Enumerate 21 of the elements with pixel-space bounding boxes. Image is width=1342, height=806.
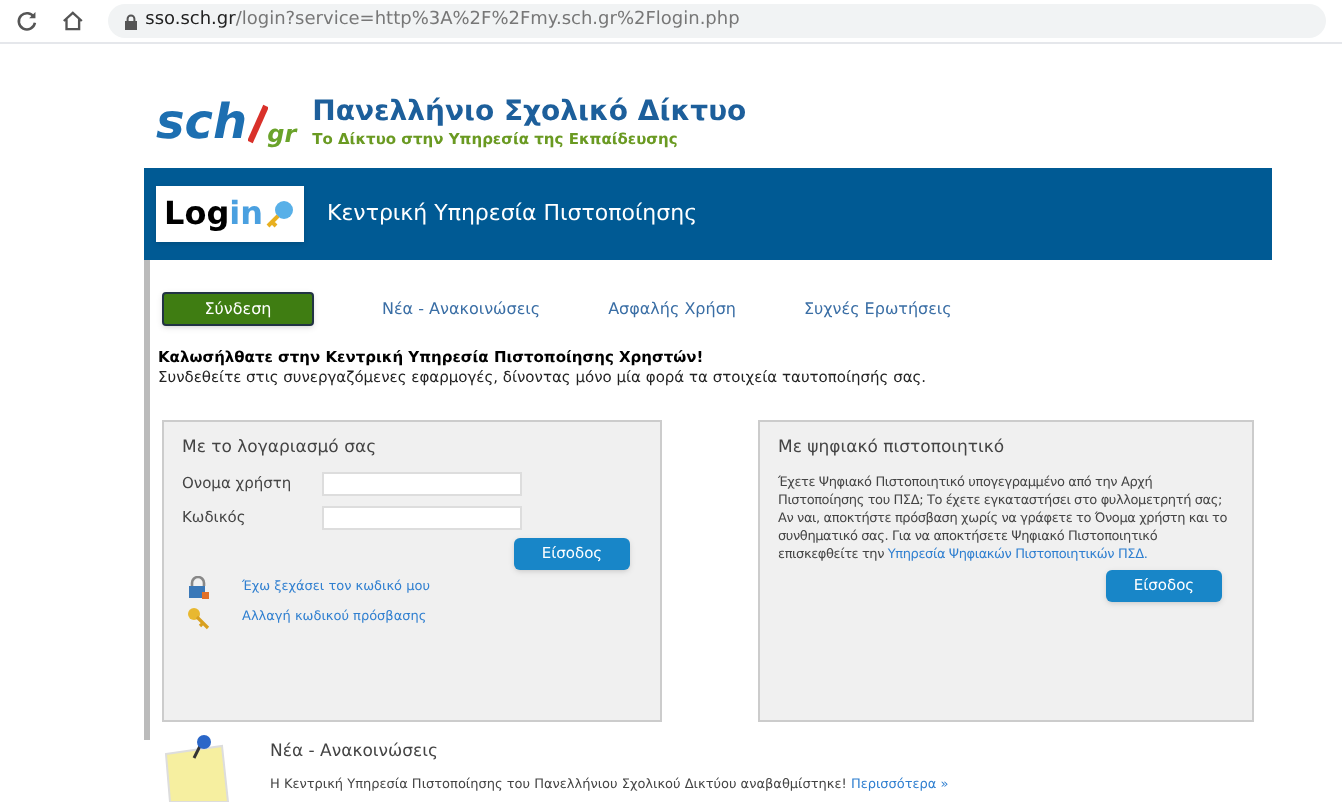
login-badge: Login — [156, 186, 304, 242]
home-icon[interactable] — [61, 10, 84, 32]
nav-tab[interactable]: Νέα - Ανακοινώσεις — [382, 297, 541, 321]
sticky-note-icon — [162, 734, 234, 802]
lock-icon — [123, 13, 138, 29]
panel-title: Με ψηφιακό πιστοποιητικό — [778, 436, 1007, 462]
header-title: Κεντρική Υπηρεσία Πιστοποίησης — [327, 197, 698, 230]
reload-icon[interactable] — [16, 10, 38, 32]
panel-title: Με το λογαριασμό σας — [182, 436, 379, 462]
nav-tab[interactable]: Σύνδεση — [162, 292, 314, 326]
nav-tab[interactable]: Συχνές Ερωτήσεις — [803, 297, 952, 321]
sch-logo: sch gr — [156, 98, 297, 146]
address-bar[interactable]: sso.sch.gr/login?service=http%3A%2F%2Fmy.sch.gr%2Flogin.php — [107, 4, 1327, 38]
news-title: Νέα - Ανακοινώσεις — [270, 740, 440, 766]
url-text: sso.sch.gr/login?service=http%3A%2F%2Fmy.sch.gr%2Flogin.php — [145, 7, 740, 34]
logo-title: Πανελλήνιο Σχολικό Δίκτυο — [312, 95, 747, 131]
input-field[interactable] — [322, 505, 522, 530]
nav-tab[interactable]: Ασφαλής Χρήση — [608, 297, 736, 321]
input-field[interactable] — [322, 471, 522, 496]
key-icon — [186, 605, 210, 630]
padlock-icon — [186, 575, 210, 600]
